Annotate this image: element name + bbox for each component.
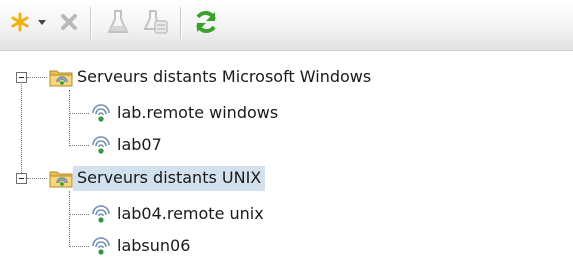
tree-connector	[27, 178, 47, 179]
new-button[interactable]	[6, 0, 34, 44]
remote-servers-tree: Serveurs distants Microsoft Windows lab.…	[0, 50, 573, 255]
test-button[interactable]	[101, 0, 135, 44]
tree-connector	[69, 246, 89, 247]
tree-connector	[69, 214, 89, 215]
toolbar-separator	[90, 7, 92, 39]
tree-connector	[27, 77, 47, 78]
tree-group-unix[interactable]: Serveurs distants UNIX	[49, 165, 266, 191]
tree-group-windows[interactable]: Serveurs distants Microsoft Windows	[49, 64, 375, 90]
tree-item-label: lab04.remote unix	[117, 203, 264, 223]
collapse-toggle[interactable]	[16, 72, 27, 83]
remote-server-icon	[89, 202, 113, 226]
remote-server-icon	[89, 234, 113, 258]
tree-connector	[69, 90, 70, 146]
new-dropdown-button[interactable]	[34, 0, 50, 44]
delete-x-icon	[58, 11, 80, 33]
tree-item-label: labsun06	[117, 235, 191, 255]
tree-group-label: Serveurs distants UNIX	[73, 165, 266, 191]
tree-connector	[69, 191, 70, 247]
tree-item-server[interactable]: lab04.remote unix	[89, 201, 268, 227]
tree-item-server[interactable]: labsun06	[89, 233, 194, 259]
tree-item-label: lab.remote windows	[117, 102, 279, 122]
tree-item-server[interactable]: lab07	[89, 132, 166, 158]
tree-item-server[interactable]: lab.remote windows	[89, 100, 282, 126]
remote-folder-icon	[49, 65, 73, 89]
remote-folder-icon	[49, 166, 73, 190]
refresh-icon	[192, 8, 220, 36]
dropdown-arrow-icon	[37, 17, 47, 27]
tree-group-label: Serveurs distants Microsoft Windows	[77, 66, 372, 86]
tree-connector	[69, 145, 89, 146]
tree-connector	[21, 81, 22, 179]
refresh-button[interactable]	[188, 0, 224, 44]
test-details-button[interactable]	[139, 0, 173, 44]
remote-server-icon	[89, 133, 113, 157]
test-flask-icon	[106, 9, 130, 35]
collapse-toggle[interactable]	[16, 173, 27, 184]
tree-connector	[69, 113, 89, 114]
delete-button[interactable]	[52, 0, 86, 44]
toolbar	[0, 0, 573, 51]
new-star-icon	[9, 11, 31, 33]
test-details-icon	[143, 9, 169, 35]
tree-item-label: lab07	[117, 134, 162, 154]
toolbar-separator	[180, 7, 182, 39]
remote-server-icon	[89, 101, 113, 125]
